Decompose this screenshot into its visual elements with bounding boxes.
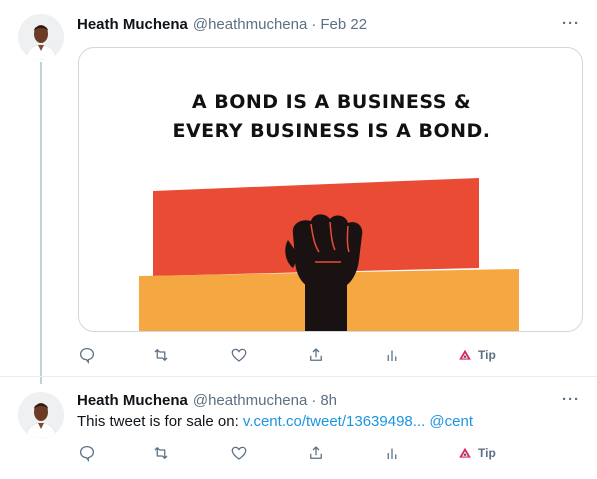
retweet-button[interactable] xyxy=(152,343,170,367)
like-button[interactable] xyxy=(230,343,248,367)
tweet-text: This tweet is for sale on: v.cent.co/twe… xyxy=(77,412,473,432)
tweet-actions: Tip xyxy=(72,343,512,367)
analytics-button[interactable] xyxy=(383,343,401,367)
analytics-icon xyxy=(387,448,397,459)
share-icon xyxy=(310,348,322,361)
sale-link[interactable]: v.cent.co/tweet/13639498... xyxy=(243,413,425,430)
author-handle[interactable]: @heathmuchena xyxy=(193,392,307,409)
reply-button[interactable] xyxy=(78,343,96,367)
tip-button[interactable]: Tip xyxy=(458,343,496,367)
tweet-actions: Tip xyxy=(72,441,512,465)
tip-label: Tip xyxy=(478,446,496,460)
mention-link[interactable]: @cent xyxy=(429,413,473,430)
avatar-photo xyxy=(18,14,64,60)
share-icon xyxy=(310,446,322,459)
retweet-icon xyxy=(154,447,168,459)
more-options-icon[interactable]: ··· xyxy=(561,14,581,32)
tweet-media-image[interactable]: A BOND IS A BUSINESS & EVERY BUSINESS IS… xyxy=(78,47,583,332)
heart-icon xyxy=(231,348,247,362)
avatar[interactable] xyxy=(18,392,64,438)
tip-icon xyxy=(459,349,471,360)
avatar[interactable] xyxy=(18,14,64,60)
tweet-2[interactable]: Heath Muchena @heathmuchena · 8h ··· Thi… xyxy=(0,378,597,479)
reply-icon xyxy=(79,347,95,364)
retweet-button[interactable] xyxy=(152,441,170,465)
author-handle[interactable]: @heathmuchena xyxy=(193,16,307,33)
media-headline-line1: A BOND IS A BUSINESS & xyxy=(191,91,472,113)
separator-dot: · xyxy=(311,391,317,409)
tweet-timestamp[interactable]: Feb 22 xyxy=(320,16,367,33)
share-button[interactable] xyxy=(307,441,325,465)
analytics-icon xyxy=(387,350,397,361)
share-button[interactable] xyxy=(307,343,325,367)
reply-button[interactable] xyxy=(78,441,96,465)
author-name[interactable]: Heath Muchena xyxy=(77,16,188,33)
analytics-button[interactable] xyxy=(383,441,401,465)
separator-dot: · xyxy=(311,15,317,33)
media-headline: A BOND IS A BUSINESS & EVERY BUSINESS IS… xyxy=(79,88,582,146)
tip-button[interactable]: Tip xyxy=(458,441,496,465)
reply-icon xyxy=(79,445,95,462)
media-headline-line2: EVERY BUSINESS IS A BOND. xyxy=(172,120,491,142)
more-options-icon[interactable]: ··· xyxy=(561,390,581,408)
retweet-icon xyxy=(154,349,168,361)
heart-icon xyxy=(231,446,247,460)
avatar-photo xyxy=(18,392,64,438)
tweet-1[interactable]: Heath Muchena @heathmuchena · Feb 22 ···… xyxy=(0,0,597,377)
tweet-text-body: This tweet is for sale on: xyxy=(77,413,243,430)
like-button[interactable] xyxy=(230,441,248,465)
tweet-header: Heath Muchena @heathmuchena · Feb 22 xyxy=(77,14,367,34)
tip-icon xyxy=(459,447,471,458)
author-name[interactable]: Heath Muchena xyxy=(77,392,188,409)
tip-label: Tip xyxy=(478,348,496,362)
tweet-timestamp[interactable]: 8h xyxy=(320,392,337,409)
tweet-header: Heath Muchena @heathmuchena · 8h xyxy=(77,390,337,410)
